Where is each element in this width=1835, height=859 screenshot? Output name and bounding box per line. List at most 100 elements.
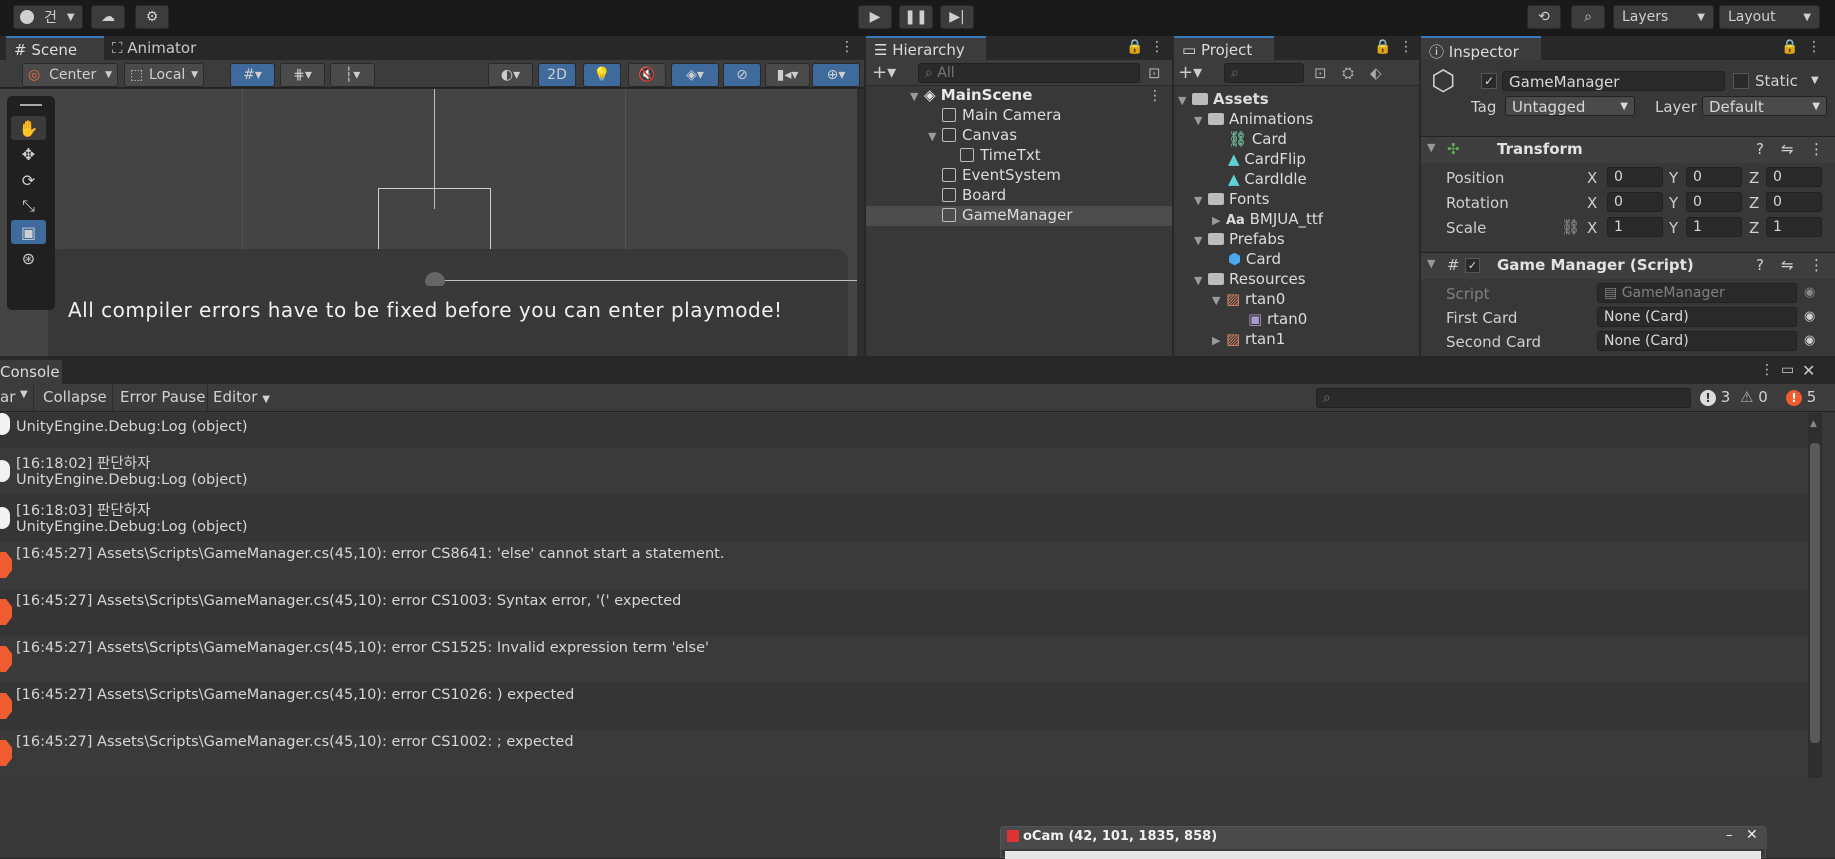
hierarchy-menu-icon[interactable]: ⋮ xyxy=(1150,39,1164,55)
preset-icon[interactable]: ⇋ xyxy=(1781,140,1794,158)
2d-toggle[interactable]: 2D xyxy=(538,63,576,87)
component-menu-icon[interactable]: ⋮ xyxy=(1809,256,1824,274)
scene-menu-icon[interactable]: ⋮ xyxy=(840,39,854,55)
filter-icon[interactable]: ⛭ xyxy=(1342,64,1354,82)
search-by-type-icon[interactable]: ⊡ xyxy=(1314,64,1327,82)
constrain-proportions-icon[interactable]: ⛓ xyxy=(1561,218,1580,236)
tab-project[interactable]: ▭ Project xyxy=(1174,36,1274,60)
add-button[interactable]: +▾ xyxy=(872,62,896,83)
hierarchy-item-main-camera[interactable]: Main Camera xyxy=(942,106,1061,124)
maximize-icon[interactable]: ▭ xyxy=(1781,362,1794,378)
lock-icon[interactable]: 🔒 xyxy=(1781,39,1798,55)
step-button[interactable]: ▶| xyxy=(940,5,974,29)
scale-y-field[interactable]: 1 xyxy=(1686,217,1742,237)
log-row[interactable]: [16:18:02] 판단하자 UnityEngine.Debug:Log (o… xyxy=(0,448,1808,495)
space-dropdown[interactable]: ⬚ Local ▼ xyxy=(124,63,204,87)
tag-dropdown[interactable]: Untagged ▼ xyxy=(1505,96,1635,116)
account-dropdown[interactable]: 건 ▼ xyxy=(13,5,83,29)
lighting-toggle[interactable]: 💡 xyxy=(583,63,621,87)
warning-count-toggle[interactable]: ⚠ 0 xyxy=(1740,388,1768,406)
position-y-field[interactable]: 0 xyxy=(1686,167,1742,187)
enabled-checkbox[interactable]: ✓ xyxy=(1465,258,1480,273)
tab-scene[interactable]: # Scene xyxy=(6,36,104,60)
tab-animator[interactable]: ⛶ Animator xyxy=(104,36,214,60)
shading-mode-button[interactable]: ◐▾ xyxy=(488,63,533,87)
editor-dropdown[interactable]: Editor ▼ xyxy=(213,388,270,406)
scrollbar-thumb[interactable] xyxy=(1810,443,1820,743)
error-count-toggle[interactable]: ! 5 xyxy=(1786,388,1816,406)
error-row[interactable]: [16:45:27] Assets\Scripts\GameManager.cs… xyxy=(0,683,1808,730)
scroll-up-icon[interactable]: ▲ xyxy=(1810,419,1817,429)
audio-toggle[interactable]: 🔇 xyxy=(628,63,666,87)
layer-dropdown[interactable]: Default ▼ xyxy=(1702,96,1827,116)
create-button[interactable]: +▾ xyxy=(1178,62,1202,83)
label-icon[interactable]: ⬖ xyxy=(1370,64,1382,82)
ocam-titlebar[interactable]: oCam (42, 101, 1835, 858) – ✕ xyxy=(1001,827,1767,849)
project-item-assets[interactable]: ▼ Assets xyxy=(1178,90,1269,108)
console-scrollbar[interactable]: ▲ xyxy=(1808,413,1822,778)
transform-header[interactable]: ▼ ✣ Transform ? ⇋ ⋮ xyxy=(1421,137,1835,163)
first-card-field[interactable]: None (Card) xyxy=(1597,307,1797,327)
project-item-resources[interactable]: ▼ Resources xyxy=(1194,270,1306,288)
collapse-button[interactable]: Collapse xyxy=(43,388,107,406)
project-item-cardflip[interactable]: ▲ CardFlip xyxy=(1228,150,1306,168)
scene-row-menu-icon[interactable]: ⋮ xyxy=(1148,88,1162,104)
tab-inspector[interactable]: ⓘ Inspector xyxy=(1421,36,1541,61)
lock-icon[interactable]: 🔒 xyxy=(1374,39,1391,55)
rotation-x-field[interactable]: 0 xyxy=(1607,192,1663,212)
tab-console[interactable]: Console xyxy=(0,360,62,384)
hand-tool[interactable]: ✋ xyxy=(11,116,46,140)
log-row[interactable]: [16:18:03] 판단하자 UnityEngine.Debug:Log (o… xyxy=(0,495,1808,542)
rotate-tool[interactable]: ⟳ xyxy=(11,168,46,192)
palette-handle[interactable] xyxy=(20,104,42,106)
camera-dropdown[interactable]: ▮◂▾ xyxy=(765,63,810,87)
ocam-window[interactable]: oCam (42, 101, 1835, 858) – ✕ xyxy=(1000,826,1767,859)
project-item-rtan0[interactable]: ▼ ▨ rtan0 xyxy=(1212,290,1285,308)
object-name-field[interactable]: GameManager xyxy=(1502,71,1725,91)
effects-dropdown[interactable]: ◈▾ xyxy=(671,63,719,87)
info-count-toggle[interactable]: ! 3 xyxy=(1700,388,1730,406)
project-item-card-prefab[interactable]: ⬢ Card xyxy=(1228,250,1281,268)
collab-button[interactable]: ⚙ xyxy=(135,5,169,29)
history-button[interactable]: ⟲ xyxy=(1527,5,1561,29)
active-checkbox[interactable]: ✓ xyxy=(1481,73,1497,89)
scene-viewport[interactable]: All compiler errors have to be fixed bef… xyxy=(0,89,864,356)
error-row[interactable]: [16:45:27] Assets\Scripts\GameManager.cs… xyxy=(0,730,1808,777)
scale-x-field[interactable]: 1 xyxy=(1607,217,1663,237)
lock-icon[interactable]: 🔒 xyxy=(1126,39,1143,55)
play-button[interactable]: ▶ xyxy=(858,5,892,29)
error-row[interactable]: [16:45:27] Assets\Scripts\GameManager.cs… xyxy=(0,542,1808,589)
hidden-objects-toggle[interactable]: ⊘ xyxy=(723,63,761,87)
project-item-cardidle[interactable]: ▲ CardIdle xyxy=(1228,170,1307,188)
pivot-dropdown[interactable]: ◎ Center ▼ xyxy=(22,63,118,87)
object-picker-icon[interactable]: ◉ xyxy=(1804,309,1815,324)
layout-dropdown[interactable]: Layout ▼ xyxy=(1719,5,1820,29)
error-row[interactable]: [16:45:27] Assets\Scripts\GameManager.cs… xyxy=(0,636,1808,683)
project-item-fonts[interactable]: ▼ Fonts xyxy=(1194,190,1269,208)
increment-snap-button[interactable]: ┆▾ xyxy=(330,63,375,87)
pause-button[interactable]: ❚❚ xyxy=(899,5,933,29)
help-icon[interactable]: ? xyxy=(1756,140,1764,158)
close-icon[interactable]: ✕ xyxy=(1746,827,1758,843)
hierarchy-search-input[interactable]: ⌕ All xyxy=(918,63,1140,83)
hierarchy-item-gamemanager[interactable]: GameManager xyxy=(942,206,1072,224)
scale-tool[interactable]: ⤡ xyxy=(11,194,46,218)
inspector-menu-icon[interactable]: ⋮ xyxy=(1807,39,1821,55)
project-item-rtan1[interactable]: ▶ ▨ rtan1 xyxy=(1212,330,1285,348)
project-item-animations[interactable]: ▼ Animations xyxy=(1194,110,1313,128)
hierarchy-item-canvas[interactable]: ▼ Canvas xyxy=(928,126,1017,144)
error-row[interactable]: [16:45:27] Assets\Scripts\GameManager.cs… xyxy=(0,589,1808,636)
console-search-input[interactable]: ⌕ xyxy=(1316,388,1691,408)
project-item-bmjua[interactable]: ▶ Aa BMJUA_ttf xyxy=(1212,210,1323,228)
project-search-input[interactable]: ⌕ xyxy=(1224,63,1304,83)
hierarchy-item-timetxt[interactable]: TimeTxt xyxy=(960,146,1041,164)
grid-snap-button[interactable]: #▾ xyxy=(230,63,275,87)
scale-z-field[interactable]: 1 xyxy=(1766,217,1822,237)
scene-visibility-icon[interactable]: ⊡ xyxy=(1148,64,1161,82)
script-component-header[interactable]: ▼ # ✓ Game Manager (Script) ? ⇋ ⋮ xyxy=(1421,253,1835,279)
object-picker-icon[interactable]: ◉ xyxy=(1804,333,1815,348)
position-x-field[interactable]: 0 xyxy=(1607,167,1663,187)
gizmos-dropdown[interactable]: ⊕▾ xyxy=(812,63,860,87)
rect-tool[interactable]: ▣ xyxy=(11,220,46,244)
log-row[interactable]: UnityEngine.Debug:Log (object) xyxy=(0,413,1808,448)
